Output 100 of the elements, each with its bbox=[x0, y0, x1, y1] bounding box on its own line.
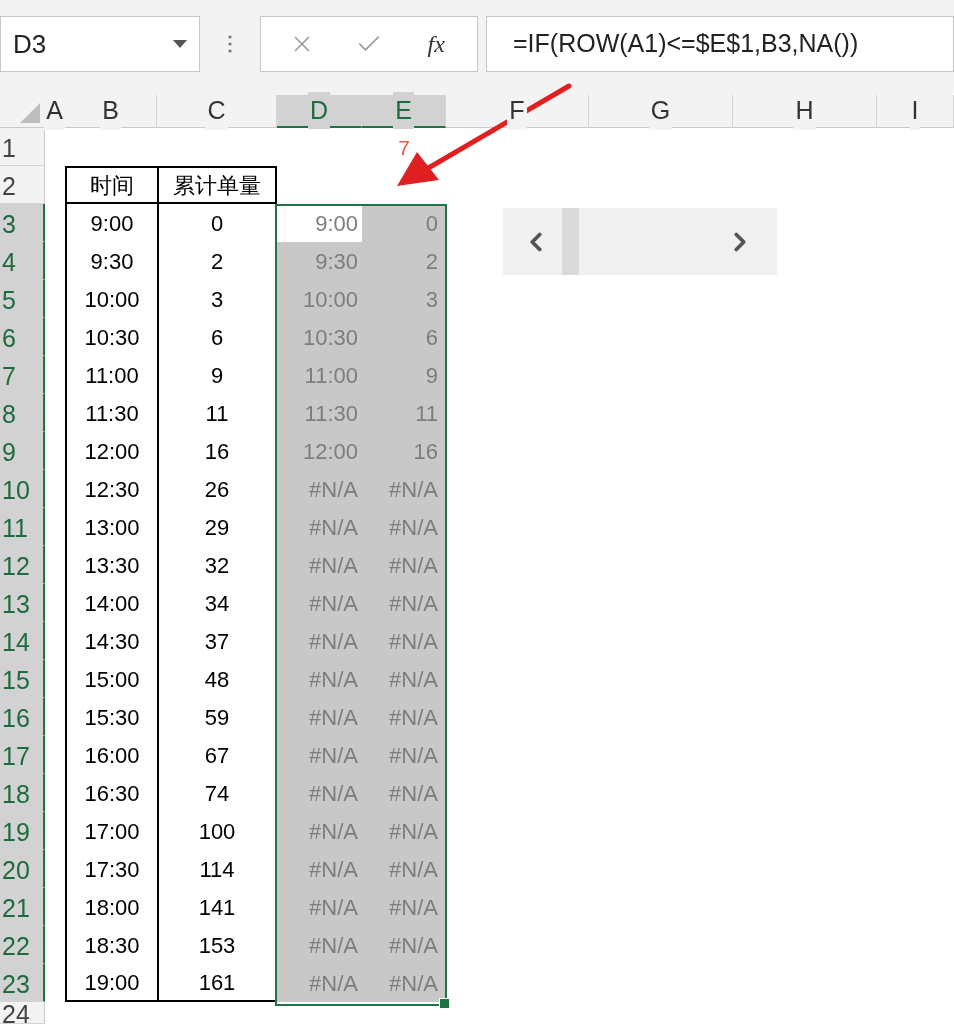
row-header[interactable]: 6 bbox=[0, 318, 45, 356]
table-cell: 16:30 bbox=[65, 774, 157, 812]
row-header[interactable]: 16 bbox=[0, 698, 45, 736]
column-header[interactable]: F bbox=[446, 95, 589, 128]
table-cell: #N/A bbox=[362, 660, 446, 698]
table-cell: #N/A bbox=[362, 774, 446, 812]
column-header[interactable]: C bbox=[157, 95, 277, 128]
row-header[interactable]: 14 bbox=[0, 622, 45, 660]
column-header[interactable]: D bbox=[277, 95, 362, 128]
table-cell: 9:30 bbox=[277, 242, 362, 280]
table-cell: 6 bbox=[362, 318, 446, 356]
table-cell: 16:00 bbox=[65, 736, 157, 774]
row-header[interactable]: 10 bbox=[0, 470, 45, 508]
dropdown-icon bbox=[173, 40, 187, 48]
row-header[interactable]: 15 bbox=[0, 660, 45, 698]
table-cell: 14:00 bbox=[65, 584, 157, 622]
table-cell: #N/A bbox=[362, 470, 446, 508]
triangle-icon bbox=[20, 103, 40, 123]
cell-value: 7 bbox=[397, 135, 411, 161]
table-cell: #N/A bbox=[362, 584, 446, 622]
table-cell: #N/A bbox=[277, 698, 362, 736]
row-header[interactable]: 11 bbox=[0, 508, 45, 546]
table-cell: #N/A bbox=[277, 926, 362, 964]
table-cell: #N/A bbox=[362, 546, 446, 584]
table-cell: 12:00 bbox=[65, 432, 157, 470]
row-header[interactable]: 13 bbox=[0, 584, 45, 622]
table-cell: #N/A bbox=[277, 470, 362, 508]
table-cell: 9 bbox=[362, 356, 446, 394]
table-cell: #N/A bbox=[277, 888, 362, 926]
row-header[interactable]: 4 bbox=[0, 242, 45, 280]
table-cell: 16 bbox=[362, 432, 446, 470]
formula-field[interactable]: =IF(ROW(A1)<=$E$1,B3,NA()) bbox=[486, 16, 954, 72]
table-header-cell: 时间 bbox=[65, 166, 157, 204]
column-header[interactable]: G bbox=[589, 95, 733, 128]
row-header[interactable]: 3 bbox=[0, 204, 45, 242]
row-header[interactable]: 7 bbox=[0, 356, 45, 394]
row-header[interactable]: 5 bbox=[0, 280, 45, 318]
table-cell: 14:30 bbox=[65, 622, 157, 660]
table-cell: 11:00 bbox=[65, 356, 157, 394]
row-header[interactable]: 23 bbox=[0, 964, 45, 1002]
table-cell: #N/A bbox=[277, 584, 362, 622]
table-cell: #N/A bbox=[362, 964, 446, 1002]
row-header[interactable]: 2 bbox=[0, 166, 45, 204]
table-cell: #N/A bbox=[277, 546, 362, 584]
table-cell: 15:00 bbox=[65, 660, 157, 698]
table-cell: #N/A bbox=[362, 850, 446, 888]
table-cell: 12:30 bbox=[65, 470, 157, 508]
row-header[interactable]: 8 bbox=[0, 394, 45, 432]
scroll-bar-control[interactable] bbox=[503, 208, 777, 275]
insert-function-button[interactable]: fx bbox=[423, 26, 449, 62]
table-cell: 12:00 bbox=[277, 432, 362, 470]
row-header[interactable]: 17 bbox=[0, 736, 45, 774]
table-cell: 17:00 bbox=[65, 812, 157, 850]
table-cell: 10:30 bbox=[277, 318, 362, 356]
table-cell: #N/A bbox=[362, 926, 446, 964]
table-cell: #N/A bbox=[277, 660, 362, 698]
table-cell: 9:30 bbox=[65, 242, 157, 280]
column-header[interactable]: E bbox=[362, 95, 446, 128]
table-cell: #N/A bbox=[277, 736, 362, 774]
table-cell: #N/A bbox=[362, 812, 446, 850]
name-box[interactable]: D3 bbox=[0, 16, 200, 72]
table-cell: #N/A bbox=[277, 812, 362, 850]
row-header[interactable]: 9 bbox=[0, 432, 45, 470]
table-cell: #N/A bbox=[362, 888, 446, 926]
table-cell: 11:00 bbox=[277, 356, 362, 394]
table-cell: 17:30 bbox=[65, 850, 157, 888]
table-cell: #N/A bbox=[362, 622, 446, 660]
column-header[interactable]: I bbox=[877, 95, 954, 128]
column-header[interactable]: A bbox=[45, 95, 65, 128]
table-cell: #N/A bbox=[362, 698, 446, 736]
column-header[interactable]: B bbox=[65, 95, 157, 128]
table-cell: 11:30 bbox=[277, 394, 362, 432]
table-cell: 19:00 bbox=[65, 964, 157, 1002]
column-header[interactable]: H bbox=[733, 95, 877, 128]
table-cell: #N/A bbox=[362, 736, 446, 774]
row-header[interactable]: 1 bbox=[0, 128, 45, 166]
row-header[interactable]: 12 bbox=[0, 546, 45, 584]
scroll-thumb[interactable] bbox=[562, 208, 579, 275]
table-cell: 10:00 bbox=[277, 280, 362, 318]
table-cell: 13:30 bbox=[65, 546, 157, 584]
table-cell: #N/A bbox=[277, 964, 362, 1002]
table-cell: #N/A bbox=[277, 774, 362, 812]
table-cell: #N/A bbox=[277, 508, 362, 546]
table-cell: 0 bbox=[362, 204, 446, 242]
row-header[interactable]: 22 bbox=[0, 926, 45, 964]
row-header[interactable]: 18 bbox=[0, 774, 45, 812]
row-header[interactable]: 21 bbox=[0, 888, 45, 926]
table-header-cell: 累计单量 bbox=[157, 166, 277, 204]
row-header[interactable]: 20 bbox=[0, 850, 45, 888]
row-header[interactable]: 19 bbox=[0, 812, 45, 850]
table-cell: 11 bbox=[362, 394, 446, 432]
row-header[interactable]: 24 bbox=[0, 1002, 45, 1024]
table-cell: 3 bbox=[362, 280, 446, 318]
table-cell: 11:30 bbox=[65, 394, 157, 432]
table-cell: #N/A bbox=[277, 850, 362, 888]
table-cell: #N/A bbox=[362, 508, 446, 546]
table-cell: 9:00 bbox=[65, 204, 157, 242]
more-options-icon[interactable] bbox=[227, 34, 233, 54]
fill-handle[interactable] bbox=[439, 998, 450, 1009]
table-cell: 18:00 bbox=[65, 888, 157, 926]
